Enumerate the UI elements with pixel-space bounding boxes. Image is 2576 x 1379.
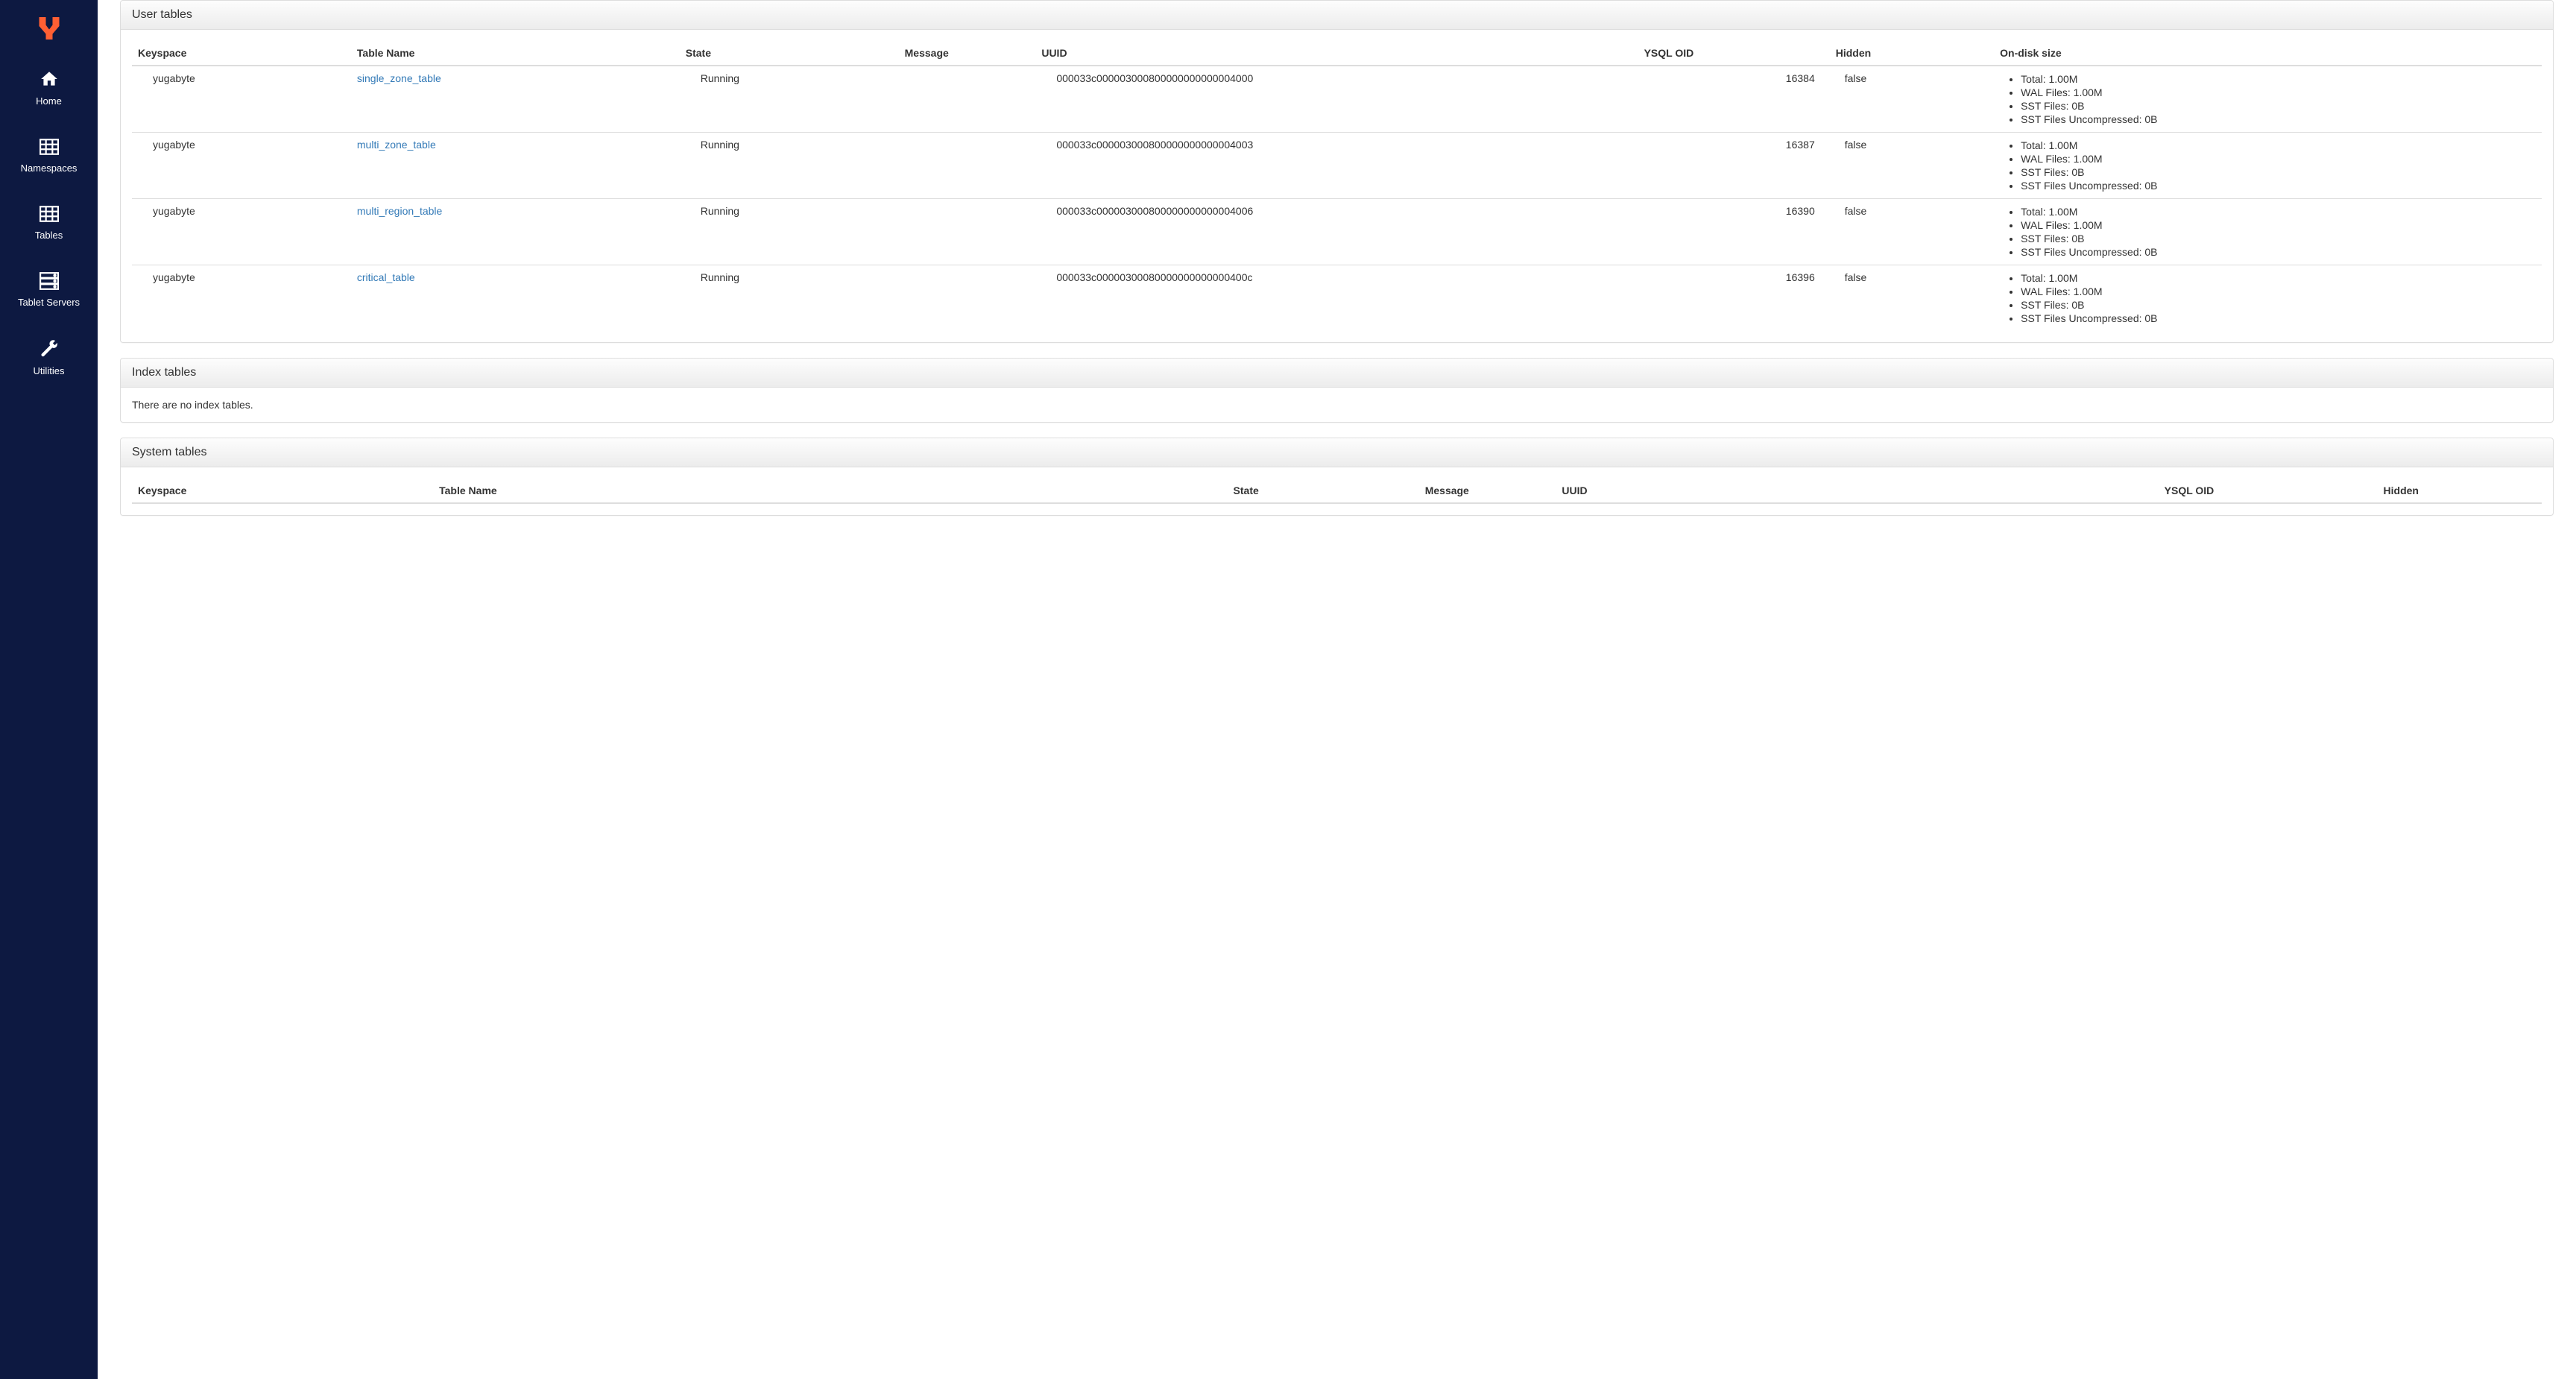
panel-index-tables: Index tables There are no index tables. (120, 358, 2554, 423)
cell-message (899, 133, 1036, 199)
sidebar-item-label: Namespaces (21, 162, 78, 174)
col-header-state: State (1228, 479, 1419, 503)
cell-uuid: 000033c000003000800000000000004006 (1035, 199, 1638, 265)
cell-state: Running (680, 199, 899, 265)
table-row: yugabyte critical_table Running 000033c0000… (132, 265, 2542, 332)
size-item: WAL Files: 1.00M (2021, 152, 2536, 165)
sidebar-item-label: Utilities (34, 365, 65, 376)
cell-hidden: false (1830, 265, 1994, 332)
size-item: Total: 1.00M (2021, 139, 2536, 152)
size-item: Total: 1.00M (2021, 72, 2536, 86)
panel-title: User tables (121, 1, 2553, 30)
col-header-ysql-oid: YSQL OID (2159, 479, 2378, 503)
cell-ysql-oid: 16384 (1638, 66, 1830, 133)
table-row: yugabyte single_zone_table Running 000033c0… (132, 66, 2542, 133)
size-item: SST Files: 0B (2021, 99, 2536, 113)
col-header-hidden: Hidden (1830, 41, 1994, 66)
sidebar: Home Namespaces Tables Tablet Servers Ut… (0, 0, 98, 1379)
cell-on-disk-size: Total: 1.00MWAL Files: 1.00MSST Files: 0… (1994, 66, 2542, 133)
table-name-link[interactable]: multi_region_table (357, 205, 442, 217)
cell-uuid: 000033c00000300080000000000000400c (1035, 265, 1638, 332)
cell-message (899, 199, 1036, 265)
cell-keyspace: yugabyte (132, 66, 351, 133)
logo-icon (36, 15, 63, 44)
sidebar-item-utilities[interactable]: Utilities (0, 336, 98, 379)
col-header-ysql-oid: YSQL OID (1638, 41, 1830, 66)
cell-hidden: false (1830, 133, 1994, 199)
size-item: SST Files: 0B (2021, 165, 2536, 179)
col-header-message: Message (899, 41, 1036, 66)
col-header-table-name: Table Name (433, 479, 1227, 503)
cell-ysql-oid: 16390 (1638, 199, 1830, 265)
cell-keyspace: yugabyte (132, 199, 351, 265)
cell-state: Running (680, 265, 899, 332)
server-icon (40, 272, 59, 292)
col-header-hidden: Hidden (2378, 479, 2542, 503)
cell-table-name: multi_region_table (351, 199, 680, 265)
col-header-on-disk-size: On-disk size (1994, 41, 2542, 66)
table-row: yugabyte multi_region_table Running 000033c… (132, 199, 2542, 265)
system-tables-table: Keyspace Table Name State Message UUID Y… (132, 479, 2542, 504)
cell-table-name: multi_zone_table (351, 133, 680, 199)
size-item: SST Files Uncompressed: 0B (2021, 245, 2536, 259)
cell-uuid: 000033c000003000800000000000004000 (1035, 66, 1638, 133)
cell-state: Running (680, 133, 899, 199)
main-content: User tables Keyspace Table Name State Me… (98, 0, 2576, 1379)
col-header-table-name: Table Name (351, 41, 680, 66)
cell-keyspace: yugabyte (132, 133, 351, 199)
col-header-keyspace: Keyspace (132, 41, 351, 66)
table-row: yugabyte multi_zone_table Running 000033c00… (132, 133, 2542, 199)
size-item: WAL Files: 1.00M (2021, 285, 2536, 298)
cell-keyspace: yugabyte (132, 265, 351, 332)
cell-state: Running (680, 66, 899, 133)
home-icon (40, 69, 59, 91)
size-item: WAL Files: 1.00M (2021, 218, 2536, 232)
sidebar-item-tablet-servers[interactable]: Tablet Servers (0, 269, 98, 311)
col-header-state: State (680, 41, 899, 66)
table-name-link[interactable]: critical_table (357, 271, 415, 283)
cell-message (899, 66, 1036, 133)
size-item: Total: 1.00M (2021, 205, 2536, 218)
cell-table-name: single_zone_table (351, 66, 680, 133)
panel-title: Index tables (121, 359, 2553, 388)
table-name-link[interactable]: single_zone_table (357, 72, 441, 84)
sidebar-item-label: Tablet Servers (18, 297, 80, 308)
cell-on-disk-size: Total: 1.00MWAL Files: 1.00MSST Files: 0… (1994, 133, 2542, 199)
table-name-link[interactable]: multi_zone_table (357, 139, 436, 151)
cell-ysql-oid: 16387 (1638, 133, 1830, 199)
sidebar-item-home[interactable]: Home (0, 66, 98, 110)
panel-system-tables: System tables Keyspace Table Name State … (120, 438, 2554, 516)
col-header-message: Message (1419, 479, 1556, 503)
panel-title: System tables (121, 438, 2553, 467)
cell-ysql-oid: 16396 (1638, 265, 1830, 332)
table-grid-icon (40, 205, 59, 225)
cell-hidden: false (1830, 199, 1994, 265)
cell-on-disk-size: Total: 1.00MWAL Files: 1.00MSST Files: 0… (1994, 199, 2542, 265)
col-header-uuid: UUID (1556, 479, 2158, 503)
index-tables-empty-message: There are no index tables. (132, 399, 2542, 411)
size-item: SST Files: 0B (2021, 232, 2536, 245)
cell-on-disk-size: Total: 1.00MWAL Files: 1.00MSST Files: 0… (1994, 265, 2542, 332)
sidebar-item-tables[interactable]: Tables (0, 202, 98, 244)
sidebar-item-label: Tables (35, 230, 63, 241)
sidebar-item-namespaces[interactable]: Namespaces (0, 135, 98, 177)
size-item: Total: 1.00M (2021, 271, 2536, 285)
table-grid-icon (40, 138, 59, 158)
size-item: SST Files Uncompressed: 0B (2021, 113, 2536, 126)
size-item: WAL Files: 1.00M (2021, 86, 2536, 99)
col-header-uuid: UUID (1035, 41, 1638, 66)
wrench-icon (40, 339, 59, 361)
col-header-keyspace: Keyspace (132, 479, 433, 503)
size-item: SST Files Uncompressed: 0B (2021, 179, 2536, 192)
sidebar-item-label: Home (36, 95, 62, 107)
cell-table-name: critical_table (351, 265, 680, 332)
panel-user-tables: User tables Keyspace Table Name State Me… (120, 0, 2554, 343)
size-item: SST Files Uncompressed: 0B (2021, 312, 2536, 325)
cell-message (899, 265, 1036, 332)
size-item: SST Files: 0B (2021, 298, 2536, 312)
user-tables-table: Keyspace Table Name State Message UUID Y… (132, 41, 2542, 331)
cell-uuid: 000033c000003000800000000000004003 (1035, 133, 1638, 199)
cell-hidden: false (1830, 66, 1994, 133)
